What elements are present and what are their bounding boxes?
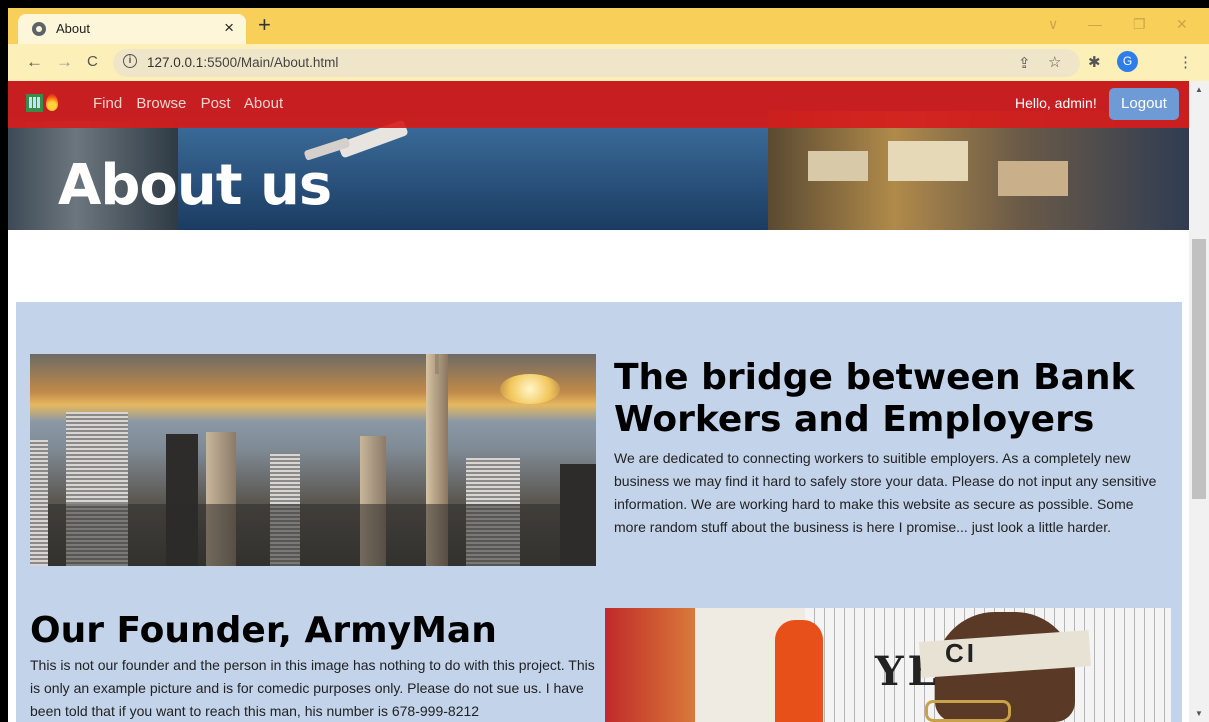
- tower: [30, 440, 48, 566]
- new-tab-button[interactable]: +: [258, 12, 271, 38]
- globe-icon: [32, 22, 46, 36]
- sun: [500, 374, 560, 404]
- hero-building: [888, 141, 968, 181]
- nav-link-find[interactable]: Find: [93, 95, 122, 112]
- tab-close-button[interactable]: ×: [224, 18, 234, 38]
- sunglasses: [925, 700, 1011, 722]
- page-title: About us: [58, 153, 332, 218]
- city-base: [30, 504, 596, 566]
- site-navbar: Find Browse Post About Hello, admin! Log…: [8, 81, 1189, 128]
- section-body-bridge: We are dedicated to connecting workers t…: [614, 450, 1157, 535]
- orange-jersey: [775, 620, 823, 722]
- browser-toolbar: ← → C i 127.0.0.1:5500/Main/About.html ⇪…: [8, 44, 1209, 81]
- headband-text: CI: [945, 638, 977, 668]
- nav-link-browse[interactable]: Browse: [136, 95, 186, 112]
- profile-avatar[interactable]: G: [1117, 51, 1138, 72]
- founder-image: YE CI: [605, 608, 1171, 722]
- section-heading-founder: Our Founder, ArmyMan: [30, 610, 497, 651]
- minimize-button[interactable]: —: [1088, 16, 1102, 32]
- scroll-down-arrow-icon[interactable]: ▼: [1195, 709, 1203, 718]
- tab-search-icon[interactable]: ∨: [1048, 16, 1058, 33]
- user-greeting: Hello, admin!: [1015, 95, 1097, 111]
- url-text: 127.0.0.1:5500/Main/About.html: [147, 55, 339, 70]
- nav-link-post[interactable]: Post: [201, 95, 231, 112]
- restore-button[interactable]: ❐: [1133, 16, 1146, 33]
- logout-button[interactable]: Logout: [1109, 88, 1179, 120]
- hero-building: [808, 151, 868, 181]
- back-button[interactable]: ←: [26, 52, 43, 72]
- forward-button[interactable]: →: [56, 52, 73, 72]
- building-icon: [26, 94, 43, 112]
- menu-kebab-icon[interactable]: ⋮: [1178, 53, 1193, 71]
- page-scrollbar[interactable]: ▲ ▼: [1189, 81, 1209, 722]
- section-heading-bridge: The bridge between Bank Workers and Empl…: [614, 357, 1135, 440]
- section-body-founder: This is not our founder and the person i…: [30, 657, 595, 719]
- reload-button[interactable]: C: [87, 52, 98, 72]
- city-skyline-image: [30, 354, 596, 566]
- hero-banner: Find Browse Post About Hello, admin! Log…: [8, 81, 1189, 230]
- nav-link-about[interactable]: About: [244, 95, 283, 112]
- scrollbar-thumb[interactable]: [1192, 239, 1206, 499]
- page-content: Find Browse Post About Hello, admin! Log…: [8, 81, 1189, 722]
- site-logo[interactable]: [26, 94, 58, 112]
- scroll-up-arrow-icon[interactable]: ▲: [1195, 85, 1203, 94]
- background-sign: [605, 608, 695, 722]
- browser-window: About × + ∨ — ❐ ✕ ← → C i 127.0.0.1:5500…: [8, 8, 1209, 722]
- tab-about[interactable]: About ×: [18, 14, 246, 44]
- close-window-button[interactable]: ✕: [1176, 16, 1188, 33]
- tab-strip: About × + ∨ — ❐ ✕: [8, 8, 1209, 44]
- bookmark-star-icon[interactable]: ☆: [1048, 53, 1061, 71]
- tab-title: About: [56, 21, 90, 36]
- address-bar[interactable]: i 127.0.0.1:5500/Main/About.html ⇪ ☆: [113, 49, 1080, 77]
- fire-icon: [46, 94, 58, 111]
- nav-links: Find Browse Post About: [93, 95, 293, 112]
- hero-building: [998, 161, 1068, 196]
- info-icon[interactable]: i: [123, 54, 137, 68]
- antenna: [435, 354, 439, 374]
- extensions-icon[interactable]: ✱: [1088, 53, 1101, 71]
- share-icon[interactable]: ⇪: [1018, 54, 1031, 72]
- tower: [560, 464, 596, 566]
- about-panel: The bridge between Bank Workers and Empl…: [16, 302, 1182, 722]
